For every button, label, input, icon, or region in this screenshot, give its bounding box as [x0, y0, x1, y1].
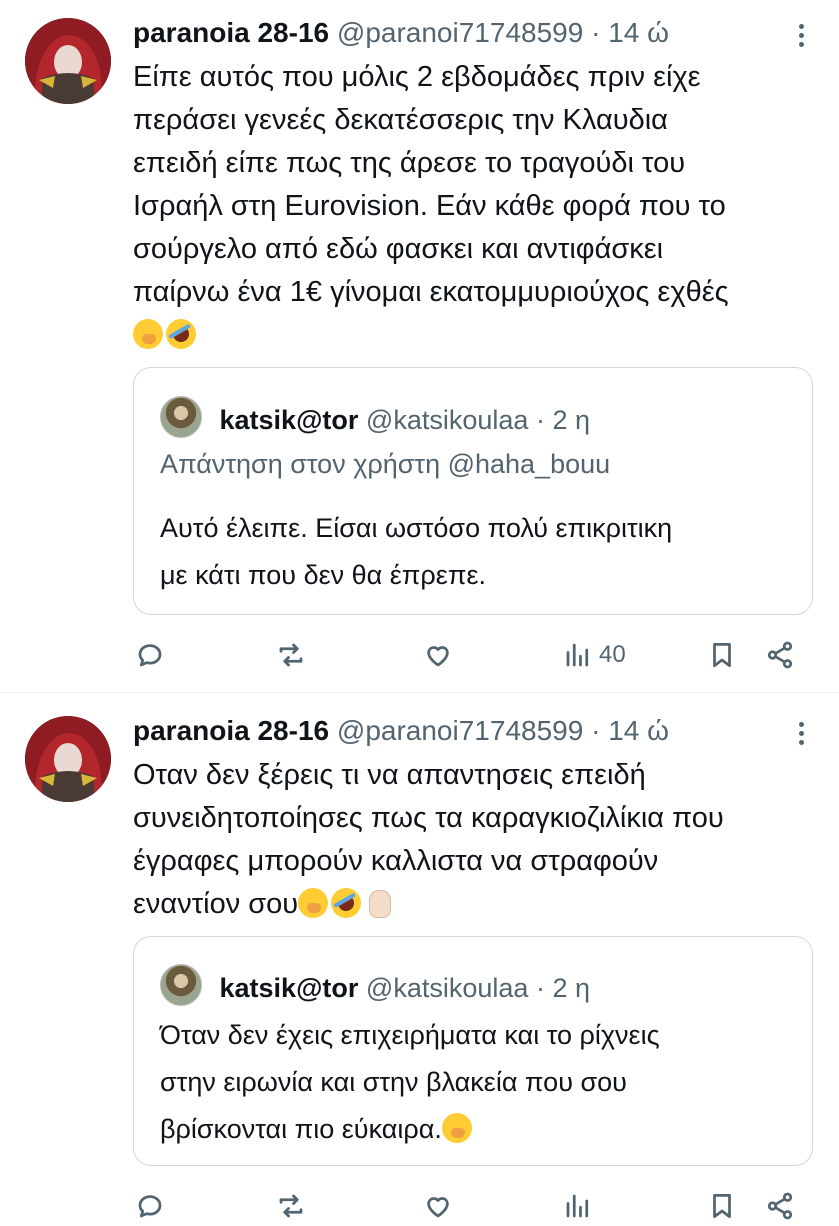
author-handle[interactable]: @paranoi71748599	[337, 715, 583, 746]
raised-hand-emoji	[364, 888, 394, 918]
quoted-author-handle: @katsikoulaa	[365, 405, 529, 435]
action-bar	[133, 1186, 813, 1226]
tweet-text: Οταν δεν ξέρεις τι να απαντησεις επειδή …	[133, 754, 813, 926]
views-button[interactable]: 40	[563, 635, 626, 675]
hand-over-mouth-emoji	[133, 319, 163, 349]
author-name[interactable]: paranoia 28-16	[133, 715, 329, 746]
quoted-author-name: katsik@tor	[219, 405, 359, 435]
tweet-text: Είπε αυτός που μόλις 2 εβδομάδες πριν εί…	[133, 56, 813, 357]
quoted-author-name: katsik@tor	[219, 973, 359, 1003]
tweet-text-line: εναντίον σου	[133, 888, 299, 920]
reply-icon	[138, 644, 162, 667]
timestamp[interactable]: 14 ώ	[608, 17, 669, 48]
retweet-icon	[279, 643, 303, 667]
quoted-tweet-text: Όταν δεν έχεις επιχειρήματα και το ρίχνε…	[160, 1012, 790, 1153]
bookmark-icon	[713, 643, 731, 667]
timestamp[interactable]: 14 ώ	[608, 715, 669, 746]
tweet-text-line: περάσει γενεές δεκατέσσερις την Κλαυδια	[133, 104, 668, 136]
avatar-image	[25, 716, 111, 802]
tweet-text-line: επειδή είπε πως της άρεσε το τραγούδι το…	[133, 147, 686, 179]
tweet-text-line: έγραφες μπορούν καλλιστα να στραφούν	[133, 845, 659, 877]
quoted-text-line: Αυτό έλειπε. Είσαι ωστόσο πολύ επικριτικ…	[160, 513, 673, 543]
quoted-text-line: με κάτι που δεν θα έπρεπε.	[160, 560, 486, 590]
hand-over-mouth-emoji	[441, 1113, 472, 1143]
heart-icon	[427, 646, 449, 667]
views-icon	[566, 643, 589, 667]
share-button[interactable]	[765, 1186, 795, 1226]
avatar[interactable]	[25, 18, 111, 104]
share-button[interactable]	[765, 635, 795, 675]
hand-over-mouth-emoji	[298, 888, 329, 918]
more-options-icon[interactable]	[795, 722, 807, 750]
quoted-text-line-with-emoji: βρίσκονται πιο εύκαιρα.	[160, 1106, 790, 1153]
tweet[interactable]: paranoia 28-16 @paranoi71748599 · 14 ώ Ο…	[0, 700, 839, 1220]
retweet-button[interactable]	[276, 635, 306, 675]
tweet-text-line: παίρνω ένα 1€ γίνομαι εκατομμυριούχος εχ…	[133, 276, 729, 308]
bookmark-button[interactable]	[707, 635, 737, 675]
rolling-laughing-emoji	[160, 313, 202, 355]
quoted-tweet-header: katsik@tor @katsikoulaa · 2 η	[160, 396, 590, 438]
separator-dot: ·	[591, 17, 601, 48]
reply-button[interactable]	[135, 1186, 165, 1226]
replying-to: Απάντηση στον χρήστη @haha_bouu	[160, 449, 611, 479]
like-button[interactable]	[423, 1186, 453, 1226]
share-icon	[767, 641, 793, 669]
views-count: 40	[599, 641, 626, 668]
quoted-text-line: βρίσκονται πιο εύκαιρα.	[160, 1114, 442, 1144]
views-button[interactable]	[563, 1186, 593, 1226]
avatar-image	[25, 18, 111, 104]
tweet[interactable]: paranoia 28-16 @paranoi71748599 · 14 ώ Ε…	[0, 0, 839, 690]
action-bar: 40	[133, 635, 813, 675]
tweet-text-line: σούργελο από εδώ φασκει και αντιφάσκει	[133, 233, 664, 265]
author-handle[interactable]: @paranoi71748599	[337, 17, 583, 48]
avatar[interactable]	[25, 716, 111, 802]
separator-dot: ·	[535, 973, 545, 1003]
author-name[interactable]: paranoia 28-16	[133, 17, 329, 48]
quoted-tweet-text: Αυτό έλειπε. Είσαι ωστόσο πολύ επικριτικ…	[160, 505, 790, 599]
separator-dot: ·	[591, 715, 601, 746]
tweet-header: paranoia 28-16 @paranoi71748599 · 14 ώ	[133, 16, 669, 50]
quoted-text-line: Όταν δεν έχεις επιχειρήματα και το ρίχνε…	[160, 1020, 660, 1050]
rolling-laughing-emoji	[325, 882, 367, 924]
quoted-timestamp: 2 η	[552, 973, 590, 1003]
retweet-icon	[279, 1194, 303, 1218]
quoted-tweet[interactable]: katsik@tor @katsikoulaa · 2 η Απάντηση σ…	[133, 367, 813, 615]
like-button[interactable]	[423, 635, 453, 675]
tweet-header: paranoia 28-16 @paranoi71748599 · 14 ώ	[133, 714, 669, 748]
tweet-text-line-with-emoji: εναντίον σου	[133, 882, 813, 926]
more-options-icon[interactable]	[795, 24, 807, 52]
retweet-button[interactable]	[276, 1186, 306, 1226]
quoted-author-handle: @katsikoulaa	[365, 973, 529, 1003]
reply-button[interactable]	[135, 635, 165, 675]
quoted-tweet[interactable]: katsik@tor @katsikoulaa · 2 η Όταν δεν έ…	[133, 936, 813, 1166]
share-icon	[767, 1192, 793, 1220]
quoted-tweet-header: katsik@tor @katsikoulaa · 2 η	[160, 964, 590, 1006]
tweet-text-line: συνειδητοποίησες πως τα καραγκιοζιλίκια …	[133, 802, 724, 834]
tweet-text-line: Ισραήλ στη Eurovision. Εάν κάθε φορά που…	[133, 190, 726, 222]
quoted-avatar	[160, 964, 202, 1006]
quoted-text-line: στην ειρωνία και στην βλακεία που σου	[160, 1067, 627, 1097]
heart-icon	[427, 1197, 449, 1218]
tweet-divider	[0, 692, 839, 693]
reply-icon	[138, 1195, 162, 1218]
separator-dot: ·	[535, 405, 545, 435]
views-icon	[566, 1194, 589, 1218]
quoted-avatar	[160, 396, 202, 438]
tweet-text-line: Οταν δεν ξέρεις τι να απαντησεις επειδή	[133, 759, 646, 791]
tweet-text-line: Είπε αυτός που μόλις 2 εβδομάδες πριν εί…	[133, 61, 701, 93]
bookmark-button[interactable]	[707, 1186, 737, 1226]
emoji-line	[133, 313, 813, 357]
quoted-timestamp: 2 η	[552, 405, 590, 435]
bookmark-icon	[713, 1194, 731, 1218]
